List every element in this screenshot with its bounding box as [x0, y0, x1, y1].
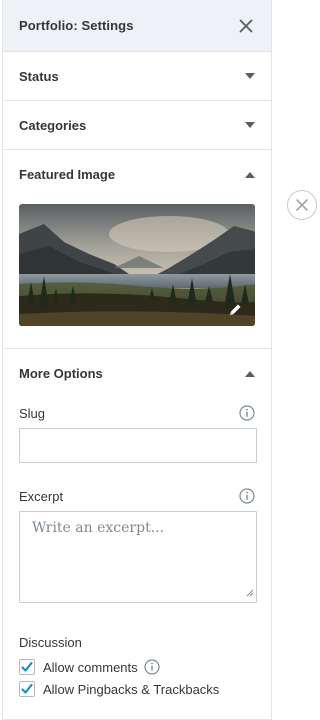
- caret-up-icon: [245, 369, 255, 379]
- remove-icon: [296, 199, 308, 211]
- section-featured-image: Featured Image: [3, 150, 271, 349]
- discussion-label: Discussion: [19, 634, 82, 650]
- section-featured-image-title: Featured Image: [19, 167, 116, 182]
- discussion-field: Discussion Allow comments Allow Pingback…: [3, 631, 271, 699]
- pencil-icon: [230, 304, 241, 315]
- section-status-title: Status: [19, 68, 59, 84]
- allow-comments-checkbox[interactable]: [19, 659, 35, 675]
- close-button[interactable]: [237, 17, 255, 35]
- excerpt-label: Excerpt: [19, 488, 64, 504]
- discussion-label-row: Discussion: [19, 631, 255, 653]
- caret-up-icon: [245, 170, 255, 180]
- slug-label: Slug: [19, 405, 46, 421]
- resize-handle-icon[interactable]: [246, 585, 254, 600]
- section-featured-image-header[interactable]: Featured Image: [3, 150, 271, 199]
- featured-image[interactable]: [19, 204, 255, 326]
- allow-pingbacks-checkbox[interactable]: [19, 681, 35, 697]
- info-icon[interactable]: [239, 488, 255, 504]
- panel-header: Portfolio: Settings: [3, 0, 271, 52]
- checkmark-icon: [21, 661, 33, 672]
- close-icon: [239, 19, 253, 32]
- excerpt-field: Excerpt: [3, 485, 271, 603]
- excerpt-label-row: Excerpt: [19, 485, 255, 507]
- section-more-options: More Options Slug Excerpt Write an excer…: [3, 349, 271, 699]
- info-icon[interactable]: [144, 659, 160, 675]
- allow-pingbacks-label: Allow Pingbacks & Trackbacks: [43, 681, 220, 697]
- remove-image-button[interactable]: [287, 190, 317, 220]
- caret-down-icon: [245, 71, 255, 81]
- slug-field: Slug: [3, 402, 271, 463]
- allow-pingbacks-row: Allow Pingbacks & Trackbacks: [19, 679, 255, 699]
- section-categories-title: Categories: [19, 117, 87, 133]
- caret-down-icon: [245, 120, 255, 130]
- checkmark-icon: [21, 683, 33, 694]
- section-categories[interactable]: Categories: [3, 101, 271, 150]
- section-more-options-title: More Options: [19, 366, 103, 381]
- allow-comments-label: Allow comments: [43, 659, 138, 675]
- slug-label-row: Slug: [19, 402, 255, 424]
- allow-comments-row: Allow comments: [19, 657, 255, 677]
- section-more-options-header[interactable]: More Options: [3, 349, 271, 398]
- landscape-image: [19, 204, 255, 326]
- settings-panel: Portfolio: Settings Status Categories Fe…: [2, 0, 272, 720]
- excerpt-textarea[interactable]: [19, 511, 257, 603]
- section-status[interactable]: Status: [3, 52, 271, 101]
- panel-title: Portfolio: Settings: [19, 18, 134, 33]
- edit-image-button[interactable]: [227, 302, 243, 318]
- slug-input[interactable]: [19, 428, 257, 463]
- excerpt-wrapper: [19, 511, 257, 603]
- info-icon[interactable]: [239, 405, 255, 421]
